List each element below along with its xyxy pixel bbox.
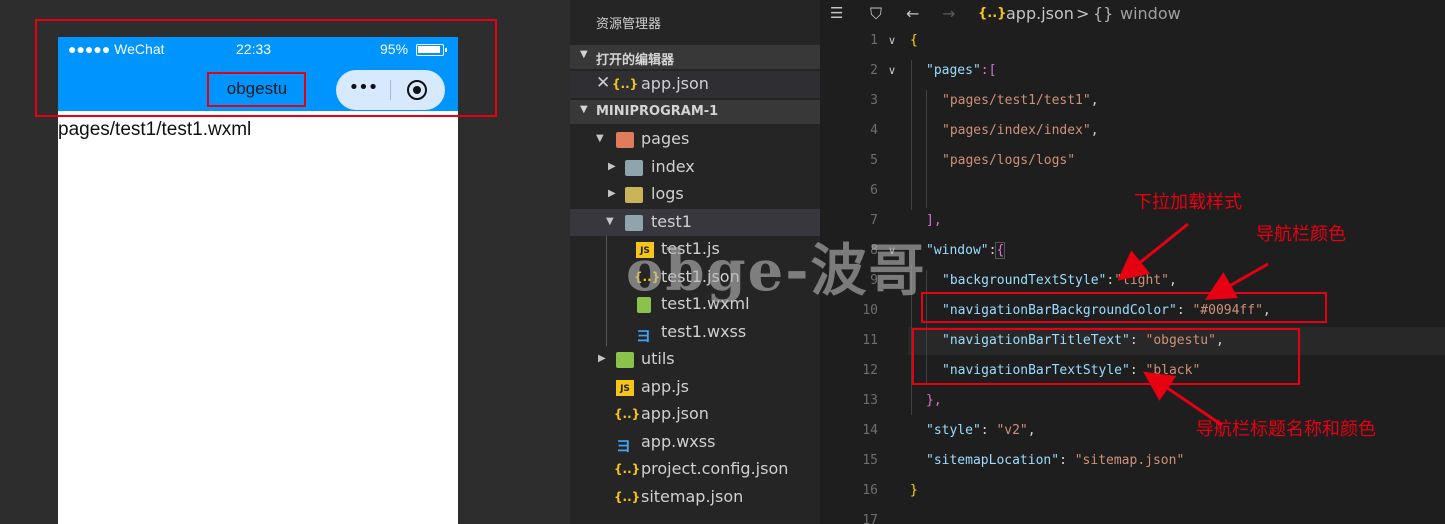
arrow-to-nav-bg-color xyxy=(1204,262,1269,300)
annotation-arrows xyxy=(1117,222,1269,427)
arrow-to-nav-title xyxy=(1143,371,1223,427)
arrow-to-background-text-style xyxy=(1117,222,1189,281)
